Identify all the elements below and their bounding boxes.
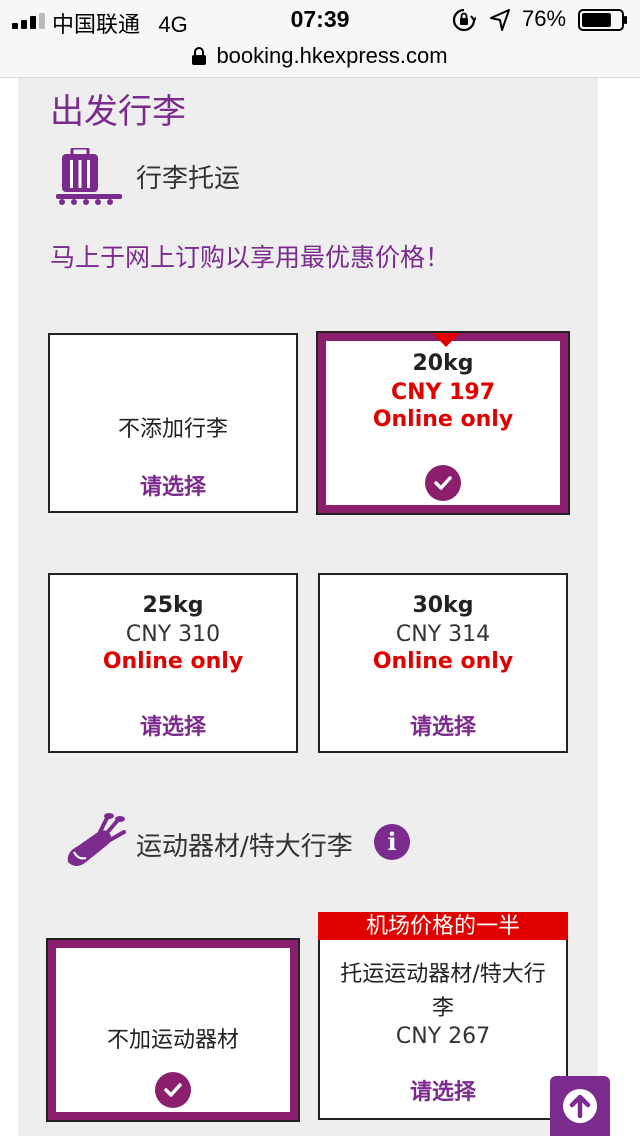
online-only-note: Online only — [372, 649, 514, 674]
selected-check-icon — [155, 1072, 191, 1108]
baggage-option-30kg[interactable]: 30kg CNY 314 Online only 请选择 — [318, 573, 568, 753]
checked-baggage-label: 行李托运 — [136, 164, 241, 194]
select-link[interactable]: 请选择 — [320, 709, 566, 741]
promo-text: 马上于网上订购以享用最优惠价格！ — [50, 243, 451, 272]
selected-check-icon — [425, 465, 461, 501]
info-icon[interactable]: i — [374, 824, 410, 860]
online-only-note: Online only — [372, 407, 514, 432]
battery-percentage: 76% — [522, 6, 567, 31]
baggage-option-20kg[interactable]: 20kg CNY 197 Online only — [318, 333, 568, 513]
sports-option-oversize[interactable]: 托运运动器材/特大行 李 CNY 267 请选择 — [318, 940, 568, 1120]
battery-icon — [578, 9, 627, 31]
baggage-option-25kg[interactable]: 25kg CNY 310 Online only 请选择 — [48, 573, 298, 753]
sports-option-none[interactable]: 不加运动器材 — [48, 940, 298, 1120]
select-link[interactable]: 请选择 — [50, 469, 296, 501]
scroll-to-top-button[interactable] — [550, 1076, 610, 1136]
luggage-icon — [56, 148, 122, 205]
rotation-lock-icon — [452, 8, 476, 32]
selected-pointer — [432, 333, 460, 347]
option-name: 不加运动器材 — [106, 1028, 239, 1053]
option-name-line1: 托运运动器材/特大行 — [340, 962, 546, 987]
half-price-banner: 机场价格的一半 — [318, 912, 568, 942]
option-name: 不添加行李 — [117, 417, 228, 442]
sports-equipment-label: 运动器材/特大行李 — [136, 832, 353, 862]
baggage-option-none[interactable]: 不添加行李 请选择 — [48, 333, 298, 513]
option-weight: 25kg — [142, 593, 204, 618]
select-link[interactable]: 请选择 — [50, 709, 296, 741]
option-price: CNY 197 — [390, 380, 496, 405]
option-price: CNY 267 — [395, 1024, 491, 1049]
option-weight: 30kg — [412, 593, 474, 618]
arrow-up-icon — [563, 1089, 597, 1123]
golf-bag-icon — [67, 813, 126, 866]
padlock-icon — [192, 47, 207, 65]
option-price: CNY 310 — [125, 622, 221, 647]
address-bar[interactable]: booking.hkexpress.com — [0, 40, 640, 78]
select-link[interactable]: 请选择 — [320, 1074, 566, 1106]
option-weight: 20kg — [412, 351, 474, 376]
online-only-note: Online only — [102, 649, 244, 674]
location-arrow-icon — [490, 9, 510, 31]
option-price: CNY 314 — [395, 622, 491, 647]
status-bar: 中国联通 4G 07:39 76% — [0, 0, 640, 40]
section-title: 出发行李 — [50, 92, 186, 132]
url-text[interactable]: booking.hkexpress.com — [216, 43, 447, 69]
option-name-line2: 李 — [431, 996, 454, 1021]
